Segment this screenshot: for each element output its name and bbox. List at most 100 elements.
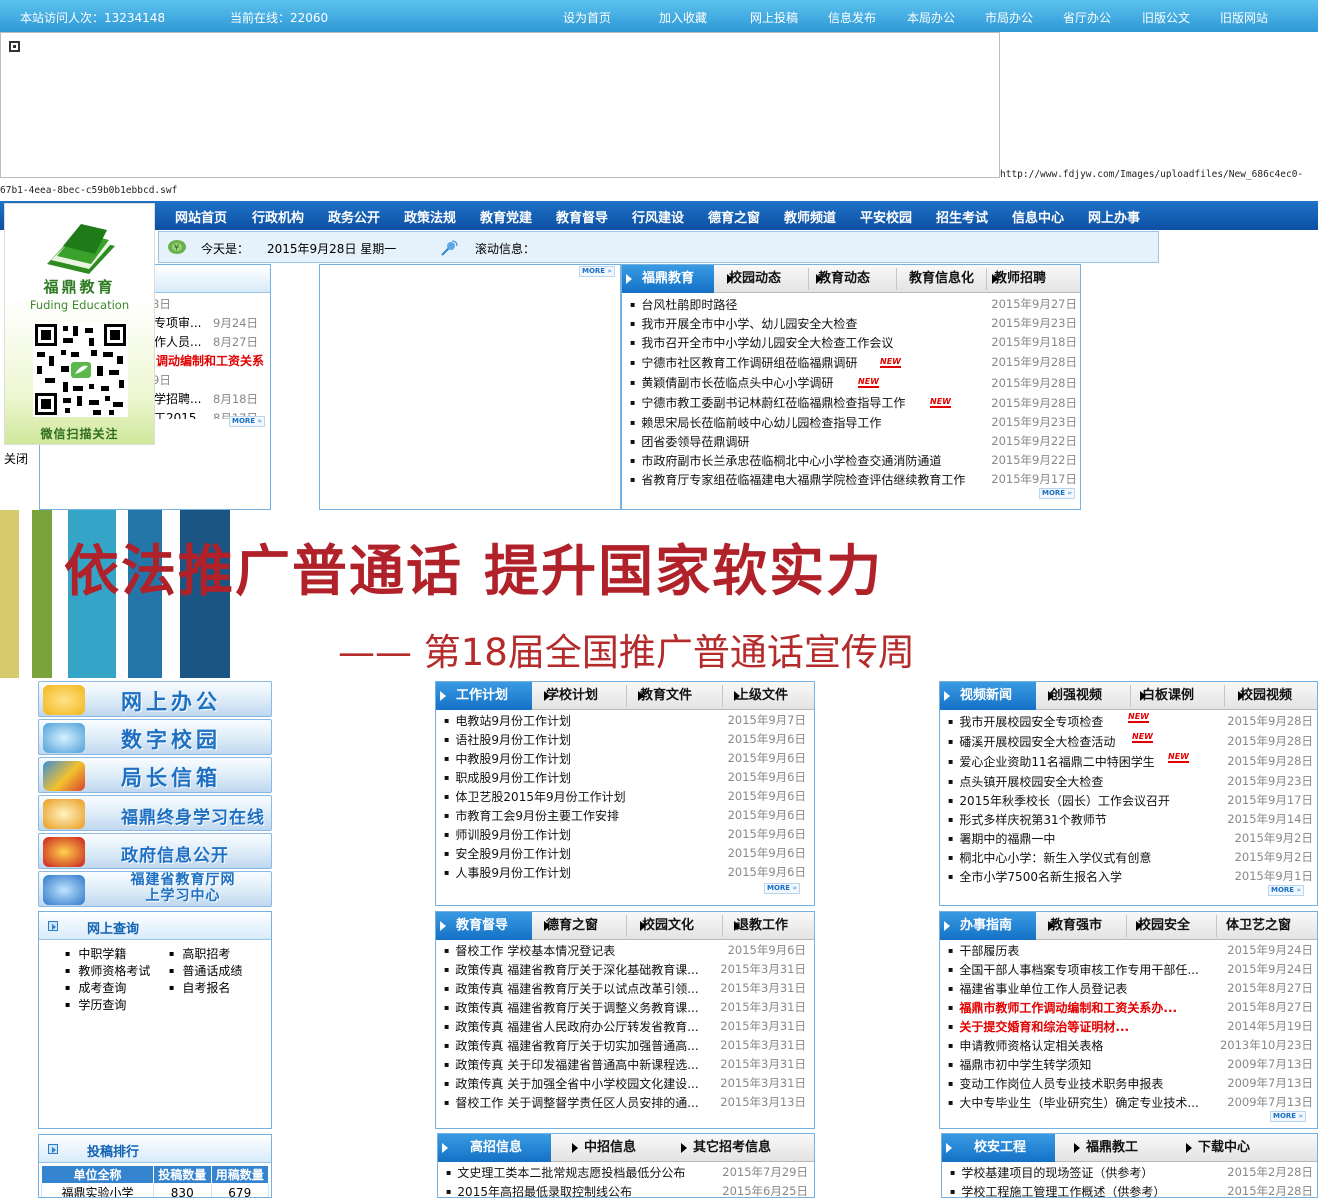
- tab-pe-art[interactable]: 体卫艺之窗: [1226, 912, 1291, 940]
- list-item[interactable]: 宁德市教工委副书记林蔚红莅临福鼎检查指导工作NEW2015年9月28日: [630, 393, 1077, 413]
- query-link[interactable]: 高职招考: [169, 945, 230, 962]
- list-item[interactable]: 9日: [152, 371, 270, 390]
- tab-campus-safety[interactable]: 校园安全: [1135, 912, 1190, 940]
- tab-fuding-staff[interactable]: 福鼎教工: [1073, 1134, 1138, 1162]
- tab-create-video[interactable]: 创强视频: [1047, 682, 1102, 710]
- list-item[interactable]: 政策传真 关于加强全省中小学校园文化建设...2015年3月31日: [444, 1074, 806, 1093]
- list-item[interactable]: 体卫艺股2015年9月份工作计划2015年9月6日: [444, 787, 806, 806]
- list-item[interactable]: 我市召开全市中小学幼儿园安全大检查工作会议2015年9月18日: [630, 333, 1077, 352]
- list-item[interactable]: 变动工作岗位人员专业技术职务申报表2009年7月13日: [948, 1074, 1313, 1093]
- director-mailbox-button[interactable]: 局长信箱: [38, 757, 272, 793]
- list-item[interactable]: 福鼎市教师工作调动编制和工资关系办...2015年8月27日: [948, 998, 1313, 1017]
- list-item[interactable]: 中教股9月份工作计划2015年9月6日: [444, 749, 806, 768]
- nav-policy[interactable]: 政策法规: [404, 207, 456, 226]
- list-item[interactable]: 调动编制和工资关系: [152, 352, 270, 371]
- list-item[interactable]: 文史理工类本二批常规志愿投档最低分公布2015年7月29日: [446, 1163, 808, 1182]
- tab-work-plan[interactable]: 工作计划: [436, 682, 532, 710]
- query-link[interactable]: 教师资格考试: [65, 962, 150, 979]
- tab-school-safety-project[interactable]: 校安工程: [942, 1134, 1055, 1162]
- list-item[interactable]: 学招聘... 8月18日: [152, 390, 270, 409]
- list-item[interactable]: 专项审... 9月24日: [152, 314, 270, 333]
- list-item[interactable]: 8日: [152, 295, 270, 314]
- list-item[interactable]: 团省委领导莅鼎调研2015年9月22日: [630, 432, 1077, 451]
- list-item[interactable]: 2015年秋季校长（园长）工作会议召开2015年9月17日: [948, 791, 1313, 810]
- tab-fuding-education[interactable]: 福鼎教育: [622, 265, 714, 293]
- top-link-favorite[interactable]: 加入收藏: [659, 9, 707, 26]
- list-item[interactable]: 学校基建项目的现场签证（供参考）2015年2月28日: [950, 1163, 1313, 1182]
- banner[interactable]: 依法推广普通话 提升国家软实力 —— 第18届全国推广普通话宣传周: [0, 510, 1318, 678]
- tab-edu-it[interactable]: 教育信息化: [909, 265, 974, 293]
- tab-video-news[interactable]: 视频新闻: [940, 682, 1036, 710]
- list-item[interactable]: 督校工作 学校基本情况登记表2015年9月6日: [444, 941, 806, 960]
- top-link-submit[interactable]: 网上投稿: [750, 9, 798, 26]
- list-item[interactable]: 政策传真 关于印发福建省普通高中新课程选...2015年3月31日: [444, 1055, 806, 1074]
- tab-edu-supervision[interactable]: 教育督导: [436, 912, 532, 940]
- tab-high-school-admission[interactable]: 中招信息: [571, 1134, 636, 1162]
- tab-superior-docs[interactable]: 上级文件: [733, 682, 788, 710]
- nav-safe-campus[interactable]: 平安校园: [860, 207, 912, 226]
- list-item[interactable]: 署期中的福鼎一中2015年9月2日: [948, 829, 1313, 848]
- nav-admission[interactable]: 招生考试: [936, 207, 988, 226]
- nav-home[interactable]: 网站首页: [175, 207, 227, 226]
- top-link-old-docs[interactable]: 旧版公文: [1142, 9, 1190, 26]
- provincial-learning-button[interactable]: 福建省教育厅网上学习中心: [38, 871, 272, 907]
- tab-download[interactable]: 下载中心: [1185, 1134, 1250, 1162]
- tab-college-admission[interactable]: 高招信息: [438, 1134, 551, 1162]
- query-link[interactable]: 普通话成绩: [169, 962, 242, 979]
- news-more-button[interactable]: MORE: [1039, 488, 1076, 499]
- list-item[interactable]: 点头镇开展校园安全大检查2015年9月23日: [948, 772, 1313, 791]
- list-item[interactable]: 政策传真 福建省教育厅关于以试点改革引领...2015年3月31日: [444, 979, 806, 998]
- list-item[interactable]: 政策传真 福建省人民政府办公厅转发省教育...2015年3月31日: [444, 1017, 806, 1036]
- nav-gov-open[interactable]: 政务公开: [328, 207, 380, 226]
- list-item[interactable]: 赖思宋局长莅临前岐中心幼儿园检查指导工作2015年9月23日: [630, 413, 1077, 432]
- online-office-button[interactable]: 网上办公: [38, 681, 272, 717]
- tab-edu-strong[interactable]: 教育强市: [1047, 912, 1102, 940]
- lifelong-learning-button[interactable]: 福鼎终身学习在线: [38, 795, 272, 831]
- nav-party[interactable]: 教育党建: [480, 207, 532, 226]
- list-item[interactable]: 语社股9月份工作计划2015年9月6日: [444, 730, 806, 749]
- gov-info-button[interactable]: 政府信息公开: [38, 833, 272, 869]
- list-item[interactable]: 政策传真 福建省教育厅关于深化基础教育课...2015年3月31日: [444, 960, 806, 979]
- list-item[interactable]: 全市小学7500名新生报名入学2015年9月1日: [948, 867, 1313, 886]
- nav-moral[interactable]: 德育之窗: [708, 207, 760, 226]
- list-item[interactable]: 督校工作 关于调整督学责任区人员安排的通...2015年3月13日: [444, 1093, 806, 1112]
- tab-retired[interactable]: 退教工作: [733, 912, 788, 940]
- list-item[interactable]: 作人员... 8月27日: [152, 333, 270, 352]
- digital-campus-button[interactable]: 数字校园: [38, 719, 272, 755]
- list-item[interactable]: 干部履历表2015年9月24日: [948, 941, 1313, 960]
- top-link-bureau-office[interactable]: 本局办公: [907, 9, 955, 26]
- list-item[interactable]: 福鼎市初中学生转学须知2009年7月13日: [948, 1055, 1313, 1074]
- list-item[interactable]: 省教育厅专家组莅临福建电大福鼎学院检查评估继续教育工作2015年9月17日: [630, 470, 1077, 489]
- query-link[interactable]: 成考查询: [65, 979, 126, 996]
- list-item[interactable]: 宁德市社区教育工作调研组莅临福鼎调研NEW2015年9月28日: [630, 352, 1077, 373]
- tab-campus-video[interactable]: 校园视频: [1237, 682, 1292, 710]
- list-item[interactable]: 我市开展全市中小学、幼儿园安全大检查2015年9月23日: [630, 314, 1077, 333]
- nav-conduct[interactable]: 行风建设: [632, 207, 684, 226]
- list-item[interactable]: 政策传真 福建省教育厅关于切实加强普通高...2015年3月31日: [444, 1036, 806, 1055]
- tab-edu-news[interactable]: 教育动态: [815, 265, 870, 293]
- list-item[interactable]: 2015年高招最低录取控制线公布2015年6月25日: [446, 1182, 808, 1197]
- work-plan-more-button[interactable]: MORE: [764, 883, 801, 894]
- floating-qr-ad[interactable]: 福鼎教育 Fuding Education 微信扫描关注: [4, 203, 155, 445]
- nav-admin[interactable]: 行政机构: [252, 207, 304, 226]
- top-link-publish[interactable]: 信息发布: [828, 9, 876, 26]
- list-item[interactable]: 台风杜鹃即时路径2015年9月27日: [630, 295, 1077, 314]
- list-item[interactable]: 电教站9月份工作计划2015年9月7日: [444, 711, 806, 730]
- notice-more-button[interactable]: MORE: [229, 416, 266, 427]
- list-item[interactable]: 桐北中心小学：新生入学仪式有创意2015年9月2日: [948, 848, 1313, 867]
- list-item[interactable]: 大中专毕业生（毕业研究生）确定专业技术...2009年7月13日: [948, 1093, 1313, 1112]
- nav-online-service[interactable]: 网上办事: [1088, 207, 1140, 226]
- list-item[interactable]: 学校工程施工管理工作概述（供参考）2015年2月28日: [950, 1182, 1313, 1197]
- list-item[interactable]: 黄颖倩副市长莅临点头中心小学调研NEW2015年9月28日: [630, 373, 1077, 393]
- tab-service-guide[interactable]: 办事指南: [940, 912, 1036, 940]
- list-item[interactable]: 我市开展校园安全专项检查NEW2015年9月28日: [948, 712, 1313, 732]
- guide-more-button[interactable]: MORE: [1270, 1111, 1307, 1122]
- top-link-province-office[interactable]: 省厅办公: [1063, 9, 1111, 26]
- list-item[interactable]: 政策传真 福建省教育厅关于调整义务教育课...2015年3月31日: [444, 998, 806, 1017]
- list-item[interactable]: 爱心企业资助11名福鼎二中特困学生NEW2015年9月28日: [948, 752, 1313, 772]
- list-item[interactable]: 职成股9月份工作计划2015年9月6日: [444, 768, 806, 787]
- video-more-button[interactable]: MORE: [1268, 885, 1305, 896]
- query-link[interactable]: 中职学籍: [65, 945, 126, 962]
- list-item[interactable]: 安全股9月份工作计划2015年9月6日: [444, 844, 806, 863]
- tab-campus-news[interactable]: 校园动态: [726, 265, 781, 293]
